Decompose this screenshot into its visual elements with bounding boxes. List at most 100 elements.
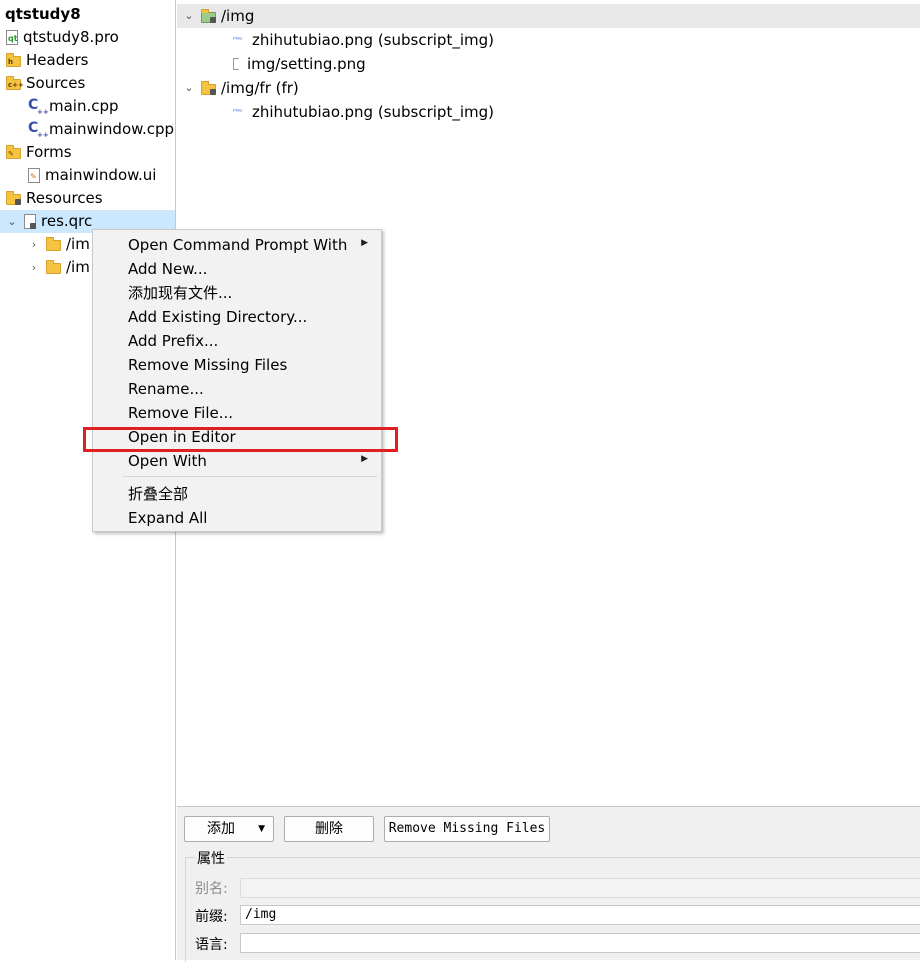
chevron-down-icon[interactable]: ⌄ [183, 4, 195, 28]
png-file-icon: ᴾᴺᴳ [233, 36, 243, 44]
menu-item-add-existing-files[interactable]: 添加现有文件... [128, 281, 232, 305]
menu-item-label: Rename... [128, 380, 204, 398]
prefix-folder-icon [201, 80, 216, 95]
resource-item-label: /img/fr (fr) [221, 79, 299, 97]
menu-item-label: Expand All [128, 509, 208, 527]
resource-item-label: img/setting.png [247, 55, 366, 73]
png-file-icon: ᴾᴺᴳ [233, 108, 243, 116]
resource-item-label: zhihutubiao.png (subscript_img) [252, 103, 494, 121]
resource-file-setting[interactable]: img/setting.png [233, 52, 366, 76]
submenu-arrow-icon: ▶ [361, 238, 368, 248]
menu-item-open-with[interactable]: Open With [128, 449, 378, 473]
remove-missing-files-button[interactable]: Remove Missing Files [384, 816, 550, 842]
tree-item-label: Sources [26, 74, 86, 92]
tree-item-forms[interactable]: ✎ Forms [6, 141, 72, 164]
resource-item-label: zhihutubiao.png (subscript_img) [252, 31, 494, 49]
tree-item-img-prefix[interactable]: › /im [28, 233, 90, 256]
menu-item-label: Add Existing Directory... [128, 308, 308, 326]
chevron-down-icon[interactable]: ⌄ [6, 210, 18, 233]
tree-item-label: res.qrc [41, 212, 93, 230]
menu-item-collapse-all[interactable]: 折叠全部 [128, 482, 188, 506]
menu-item-label: Add New... [128, 260, 208, 278]
menu-item-remove-file[interactable]: Remove File... [128, 401, 233, 425]
tree-item-label: Resources [26, 189, 103, 207]
tree-item-label: qtstudy8.pro [23, 28, 119, 46]
alias-input[interactable] [240, 878, 920, 898]
resource-properties-panel: 添加 ▼ 删除 Remove Missing Files 属性 别名: 前缀: … [177, 806, 920, 962]
tree-item-img-fr-prefix[interactable]: › /im [28, 256, 90, 279]
qrc-file-icon [24, 214, 36, 229]
menu-item-remove-missing-files[interactable]: Remove Missing Files [128, 353, 287, 377]
menu-item-label: Add Prefix... [128, 332, 219, 350]
project-root-label: qtstudy8 [5, 5, 81, 23]
menu-item-label: Open With [128, 452, 207, 470]
tree-item-sources[interactable]: c++ Sources [6, 72, 85, 95]
resource-file-zhihutubiao-fr[interactable]: ᴾᴺᴳ zhihutubiao.png (subscript_img) [233, 100, 494, 124]
menu-item-label: Remove Missing Files [128, 356, 288, 374]
tree-item-label: main.cpp [49, 97, 119, 115]
remove-missing-files-label: Remove Missing Files [388, 821, 546, 836]
menu-item-open-command-prompt-with[interactable]: Open Command Prompt With [128, 233, 378, 257]
tree-item-pro-file[interactable]: qt qtstudy8.pro [6, 26, 119, 49]
sources-folder-icon: c++ [6, 76, 24, 90]
tree-item-label: Headers [26, 51, 89, 69]
tree-item-mainwindow-ui[interactable]: ✎ mainwindow.ui [28, 164, 156, 187]
add-button-label: 添加 [207, 821, 235, 837]
cpp-file-icon: C ++ [28, 97, 49, 117]
delete-button-label: 删除 [315, 821, 343, 837]
menu-item-add-existing-directory[interactable]: Add Existing Directory... [128, 305, 307, 329]
lock-icon [30, 223, 36, 229]
resource-file-zhihutubiao[interactable]: ᴾᴺᴳ zhihutubiao.png (subscript_img) [233, 28, 494, 52]
context-menu: Open Command Prompt With ▶ Add New... 添加… [92, 229, 382, 532]
project-root[interactable]: qtstudy8 [5, 3, 81, 26]
folder-icon [46, 237, 61, 251]
forms-folder-icon: ✎ [6, 145, 21, 159]
tree-item-headers[interactable]: h Headers [6, 49, 88, 72]
tree-item-label: Forms [26, 143, 72, 161]
ui-file-icon: ✎ [28, 168, 40, 183]
blank-file-icon [233, 58, 239, 70]
delete-button[interactable]: 删除 [284, 816, 374, 842]
dropdown-arrow-icon: ▼ [258, 824, 265, 834]
tree-item-label: mainwindow.cpp [49, 120, 175, 138]
prefix-folder-icon [201, 8, 216, 23]
menu-item-add-new[interactable]: Add New... [128, 257, 207, 281]
chevron-right-icon[interactable]: › [28, 233, 40, 256]
alias-label: 别名: [195, 881, 228, 897]
resource-prefix-img-fr[interactable]: ⌄ /img/fr (fr) [183, 76, 299, 100]
tree-item-mainwindow-cpp[interactable]: C ++ mainwindow.cpp [28, 118, 174, 141]
chevron-right-icon[interactable]: › [28, 256, 40, 279]
headers-folder-icon: h [6, 53, 21, 67]
resources-folder-icon [6, 191, 21, 205]
tree-item-main-cpp[interactable]: C ++ main.cpp [28, 95, 119, 118]
menu-item-label: 添加现有文件... [128, 284, 233, 302]
prefix-label: 前缀: [195, 909, 228, 925]
tree-item-label: mainwindow.ui [45, 166, 157, 184]
lock-icon [210, 16, 216, 23]
menu-item-label: Open Command Prompt With [128, 236, 348, 254]
chevron-down-icon[interactable]: ⌄ [183, 76, 195, 100]
resource-prefix-img[interactable]: ⌄ /img [177, 4, 920, 28]
properties-group-title: 属性 [195, 848, 227, 868]
cpp-file-icon: C ++ [28, 120, 49, 140]
menu-separator [123, 476, 377, 477]
menu-item-add-prefix[interactable]: Add Prefix... [128, 329, 218, 353]
resource-item-label: /img [221, 7, 255, 25]
submenu-arrow-icon: ▶ [361, 454, 368, 464]
menu-item-expand-all[interactable]: Expand All [128, 506, 207, 530]
menu-item-label: 折叠全部 [128, 485, 189, 503]
lock-icon [15, 199, 21, 205]
lock-icon [210, 88, 216, 95]
language-input[interactable] [240, 933, 920, 953]
highlight-annotation [83, 427, 398, 452]
tree-item-label: /im [66, 235, 90, 253]
language-label: 语言: [195, 937, 228, 953]
pro-file-icon: qt [6, 30, 18, 45]
menu-item-label: Remove File... [128, 404, 234, 422]
prefix-input[interactable]: /img [240, 905, 920, 925]
tree-item-resources[interactable]: Resources [6, 187, 103, 210]
add-button[interactable]: 添加 ▼ [184, 816, 274, 842]
tree-item-label: /im [66, 258, 90, 276]
folder-icon [46, 260, 61, 274]
menu-item-rename[interactable]: Rename... [128, 377, 204, 401]
